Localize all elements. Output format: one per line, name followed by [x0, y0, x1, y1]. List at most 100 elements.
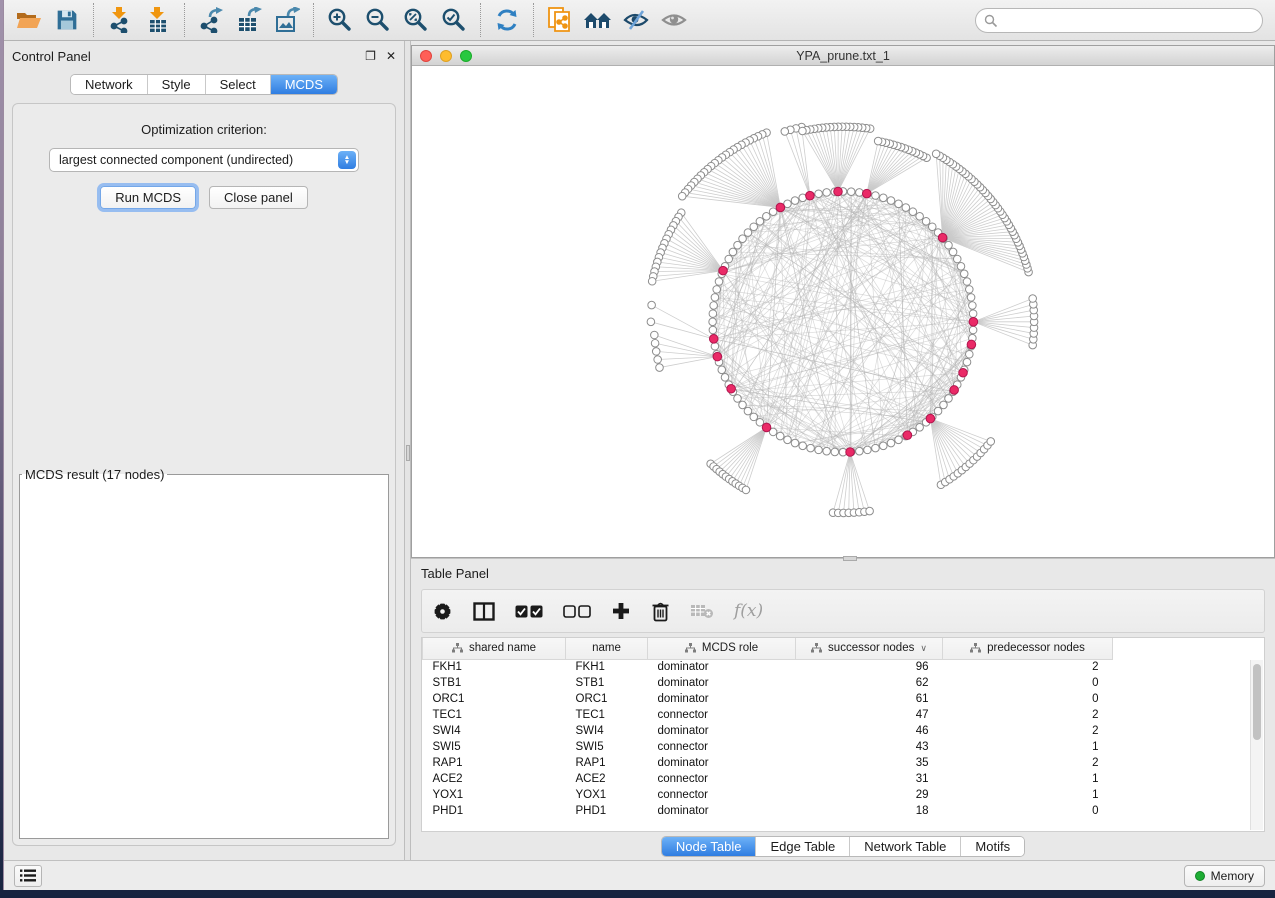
- table-panel-title: Table Panel: [421, 566, 489, 581]
- zoom-in-button[interactable]: [321, 4, 359, 36]
- optimization-criterion-select[interactable]: largest connected component (undirected)…: [49, 148, 359, 172]
- table-scrollbar[interactable]: [1250, 660, 1263, 830]
- table-scrollbar-thumb[interactable]: [1253, 664, 1261, 740]
- export-image-icon: [274, 7, 300, 33]
- deselect-all-rows-button[interactable]: [563, 596, 591, 626]
- trash-icon: [651, 601, 670, 622]
- export-table-button[interactable]: [230, 4, 268, 36]
- column-header-name[interactable]: name: [566, 638, 648, 659]
- gear-icon: [432, 601, 453, 622]
- task-list-icon: [20, 869, 36, 882]
- toolbar-separator: [184, 3, 185, 37]
- table-row[interactable]: ACE2ACE2connector311: [423, 771, 1113, 787]
- table-row[interactable]: PHD1PHD1dominator180: [423, 803, 1113, 819]
- table-panel: Table Panel: [411, 558, 1275, 860]
- search-box[interactable]: [975, 8, 1263, 33]
- export-network-button[interactable]: [192, 4, 230, 36]
- control-panel-title: Control Panel: [12, 49, 91, 64]
- delete-column-button[interactable]: [651, 596, 670, 626]
- delete-table-button[interactable]: [690, 596, 714, 626]
- refresh-button[interactable]: [488, 4, 526, 36]
- memory-button[interactable]: Memory: [1184, 865, 1265, 887]
- column-header-successor-nodes[interactable]: successor nodes ∨: [796, 638, 943, 659]
- tab-node-table[interactable]: Node Table: [662, 837, 757, 856]
- table-row[interactable]: FKH1FKH1dominator962: [423, 659, 1113, 675]
- shared-column-icon: [811, 643, 822, 653]
- table-row[interactable]: RAP1RAP1dominator352: [423, 755, 1113, 771]
- table-row[interactable]: SWI4SWI4dominator462: [423, 723, 1113, 739]
- float-panel-icon[interactable]: ❐: [365, 50, 376, 62]
- tab-mcds[interactable]: MCDS: [271, 75, 337, 94]
- refresh-icon: [494, 7, 520, 33]
- table-settings-button[interactable]: [432, 596, 453, 626]
- clone-network-button[interactable]: [541, 4, 579, 36]
- network-window-title: YPA_prune.txt_1: [412, 49, 1274, 63]
- sort-descending-icon: ∨: [920, 643, 927, 654]
- network-window-titlebar[interactable]: YPA_prune.txt_1: [412, 46, 1274, 66]
- close-panel-button[interactable]: Close panel: [209, 186, 308, 209]
- zoom-out-button[interactable]: [359, 4, 397, 36]
- save-session-button[interactable]: [48, 4, 86, 36]
- tab-network[interactable]: Network: [71, 75, 148, 94]
- import-table-icon: [146, 7, 170, 33]
- tab-network-table[interactable]: Network Table: [850, 837, 961, 856]
- table-row[interactable]: YOX1YOX1connector291: [423, 787, 1113, 803]
- optimization-criterion-label: Optimization criterion:: [13, 122, 395, 137]
- close-panel-icon[interactable]: ✕: [386, 50, 396, 62]
- control-panel: Control Panel ❐ ✕ Network Style Select M…: [4, 41, 404, 860]
- tab-edge-table[interactable]: Edge Table: [756, 837, 850, 856]
- table-row[interactable]: ORC1ORC1dominator610: [423, 691, 1113, 707]
- column-header-predecessor-nodes[interactable]: predecessor nodes: [943, 638, 1113, 659]
- search-input[interactable]: [998, 14, 1254, 28]
- export-table-icon: [236, 7, 262, 33]
- import-table-button[interactable]: [139, 4, 177, 36]
- session-home-button[interactable]: [579, 4, 617, 36]
- create-column-button[interactable]: [611, 596, 631, 626]
- search-icon: [984, 14, 998, 28]
- show-graphics-details-button[interactable]: [655, 4, 693, 36]
- clone-network-icon: [547, 6, 573, 34]
- import-network-button[interactable]: [101, 4, 139, 36]
- plus-icon: [611, 601, 631, 621]
- run-mcds-button[interactable]: Run MCDS: [100, 186, 196, 209]
- select-stepper-icon: ▲▼: [338, 151, 356, 169]
- unchecked-boxes-icon: [563, 605, 591, 618]
- shared-column-icon: [685, 643, 696, 653]
- column-header-shared-name[interactable]: shared name: [423, 638, 566, 659]
- eye-icon: [660, 8, 688, 32]
- homes-icon: [583, 8, 613, 32]
- zoom-fit-icon: [403, 7, 429, 33]
- hide-details-eye-slash-icon: [622, 8, 650, 32]
- table-row[interactable]: STB1STB1dominator620: [423, 675, 1113, 691]
- vertical-splitter[interactable]: [404, 41, 411, 860]
- status-bar: Memory: [4, 860, 1275, 890]
- zoom-fit-button[interactable]: [397, 4, 435, 36]
- tab-motifs[interactable]: Motifs: [961, 837, 1024, 856]
- zoom-selected-button[interactable]: [435, 4, 473, 36]
- table-toolbar: f(x): [421, 589, 1265, 633]
- select-all-rows-button[interactable]: [515, 596, 543, 626]
- export-image-button[interactable]: [268, 4, 306, 36]
- network-canvas[interactable]: [412, 66, 1274, 557]
- node-table-container: shared name name MCDS role successor nod…: [421, 637, 1265, 832]
- splitter-handle[interactable]: [406, 445, 410, 461]
- table-row[interactable]: TEC1TEC1connector472: [423, 707, 1113, 723]
- tab-select[interactable]: Select: [206, 75, 271, 94]
- task-history-button[interactable]: [14, 865, 42, 887]
- memory-status-icon: [1195, 871, 1205, 881]
- hide-graphics-details-button[interactable]: [617, 4, 655, 36]
- toolbar-separator: [93, 3, 94, 37]
- tab-style[interactable]: Style: [148, 75, 206, 94]
- column-header-mcds-role[interactable]: MCDS role: [648, 638, 796, 659]
- open-file-button[interactable]: [10, 4, 48, 36]
- toolbar-separator: [533, 3, 534, 37]
- horizontal-splitter-handle[interactable]: [843, 556, 857, 561]
- table-row[interactable]: SWI5SWI5connector431: [423, 739, 1113, 755]
- function-builder-icon[interactable]: f(x): [734, 601, 763, 621]
- show-columns-button[interactable]: [473, 596, 495, 626]
- shared-column-icon: [970, 643, 981, 653]
- columns-icon: [473, 602, 495, 621]
- save-icon: [56, 9, 78, 31]
- checked-boxes-icon: [515, 605, 543, 618]
- zoom-out-icon: [365, 7, 391, 33]
